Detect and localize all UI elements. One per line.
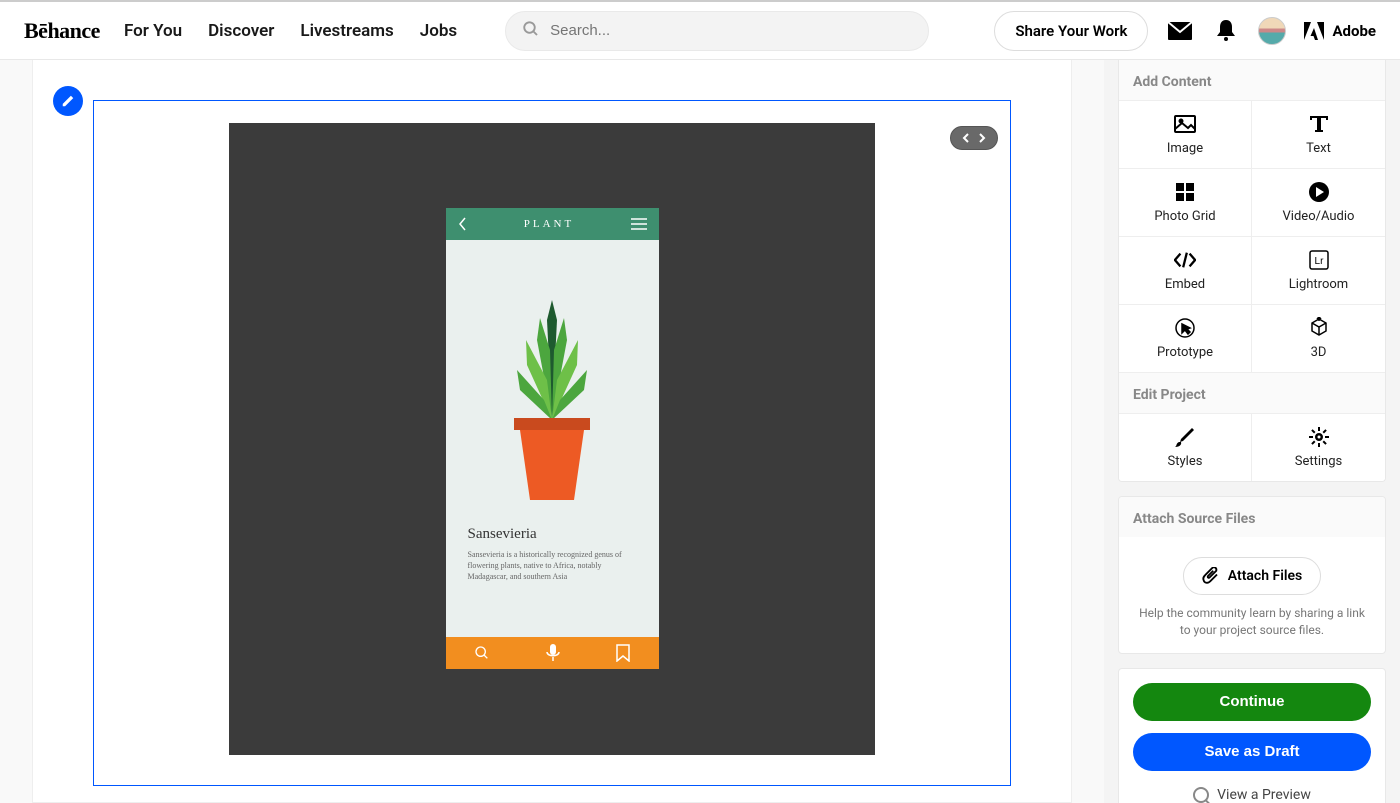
- text-icon: [1308, 113, 1330, 135]
- mic-icon: [546, 644, 560, 662]
- mail-icon[interactable]: [1166, 17, 1194, 45]
- selected-content-block[interactable]: PLANT: [93, 100, 1011, 786]
- plant-description: Sansevieria is a historically recognized…: [468, 549, 637, 583]
- avatar[interactable]: [1258, 17, 1286, 45]
- tile-image[interactable]: Image: [1119, 100, 1252, 168]
- attach-files-button[interactable]: Attach Files: [1183, 557, 1321, 595]
- tile-lightroom[interactable]: Lr Lightroom: [1252, 236, 1385, 304]
- cursor-icon: [1174, 317, 1196, 339]
- resize-handle[interactable]: [950, 126, 998, 150]
- nav-discover[interactable]: Discover: [208, 21, 274, 41]
- tile-video-audio[interactable]: Video/Audio: [1252, 168, 1385, 236]
- canvas-area: PLANT: [0, 60, 1104, 803]
- arrow-right-icon: [976, 133, 986, 143]
- main-area: PLANT: [0, 60, 1400, 803]
- phone-tabbar: [446, 637, 659, 669]
- attach-heading: Attach Source Files: [1119, 497, 1385, 537]
- phone-mockup: PLANT: [446, 208, 659, 669]
- search-icon: [522, 20, 540, 42]
- hamburger-icon: [631, 218, 647, 230]
- phone-body: Sansevieria Sansevieria is a historicall…: [446, 240, 659, 637]
- tile-styles[interactable]: Styles: [1119, 413, 1252, 481]
- edit-project-heading: Edit Project: [1119, 372, 1385, 413]
- behance-logo[interactable]: Bēhance: [24, 18, 100, 44]
- nav-jobs[interactable]: Jobs: [420, 21, 457, 41]
- brush-icon: [1174, 426, 1196, 448]
- pencil-icon: [61, 94, 75, 108]
- tile-embed[interactable]: Embed: [1119, 236, 1252, 304]
- gear-icon: [1308, 426, 1330, 448]
- svg-text:Lr: Lr: [1314, 256, 1324, 267]
- attach-help-text: Help the community learn by sharing a li…: [1133, 605, 1371, 639]
- view-preview-link[interactable]: View a Preview: [1133, 783, 1371, 803]
- tile-3d[interactable]: 3D: [1252, 304, 1385, 372]
- plant-illustration: [492, 290, 612, 510]
- right-sidebar: Add Content Image Text Photo Grid Video/…: [1104, 60, 1400, 803]
- phone-header: PLANT: [446, 208, 659, 240]
- chevron-left-icon: [458, 217, 468, 231]
- actions-panel: Continue Save as Draft View a Preview: [1118, 668, 1386, 803]
- search-icon: [474, 645, 490, 661]
- save-draft-button[interactable]: Save as Draft: [1133, 733, 1371, 771]
- tile-text[interactable]: Text: [1252, 100, 1385, 168]
- nav-livestreams[interactable]: Livestreams: [300, 21, 393, 41]
- add-content-panel: Add Content Image Text Photo Grid Video/…: [1118, 60, 1386, 482]
- attach-files-panel: Attach Source Files Attach Files Help th…: [1118, 496, 1386, 654]
- tile-settings[interactable]: Settings: [1252, 413, 1385, 481]
- 3d-icon: [1308, 317, 1330, 339]
- image-icon: [1174, 113, 1196, 135]
- code-icon: [1174, 249, 1196, 271]
- arrow-left-icon: [962, 133, 972, 143]
- nav-links: For You Discover Livestreams Jobs: [124, 21, 457, 41]
- uploaded-image: PLANT: [229, 123, 875, 755]
- phone-title: PLANT: [468, 218, 631, 230]
- bookmark-icon: [616, 644, 630, 662]
- magnifier-icon: [1193, 787, 1209, 803]
- play-icon: [1308, 181, 1330, 203]
- paperclip-icon: [1202, 567, 1220, 585]
- add-content-heading: Add Content: [1119, 60, 1385, 100]
- tile-photo-grid[interactable]: Photo Grid: [1119, 168, 1252, 236]
- top-nav: Bēhance For You Discover Livestreams Job…: [0, 0, 1400, 60]
- search-input[interactable]: [550, 22, 912, 39]
- search-field[interactable]: [505, 11, 929, 51]
- lr-icon: Lr: [1308, 249, 1330, 271]
- edit-block-button[interactable]: [53, 86, 83, 116]
- plant-heading: Sansevieria: [468, 526, 637, 543]
- adobe-link[interactable]: Adobe: [1304, 22, 1376, 40]
- tile-prototype[interactable]: Prototype: [1119, 304, 1252, 372]
- grid-icon: [1174, 181, 1196, 203]
- share-your-work-button[interactable]: Share Your Work: [994, 11, 1148, 51]
- bell-icon[interactable]: [1212, 17, 1240, 45]
- nav-for-you[interactable]: For You: [124, 21, 182, 41]
- continue-button[interactable]: Continue: [1133, 683, 1371, 721]
- adobe-icon: [1304, 22, 1324, 40]
- project-canvas: PLANT: [32, 60, 1072, 803]
